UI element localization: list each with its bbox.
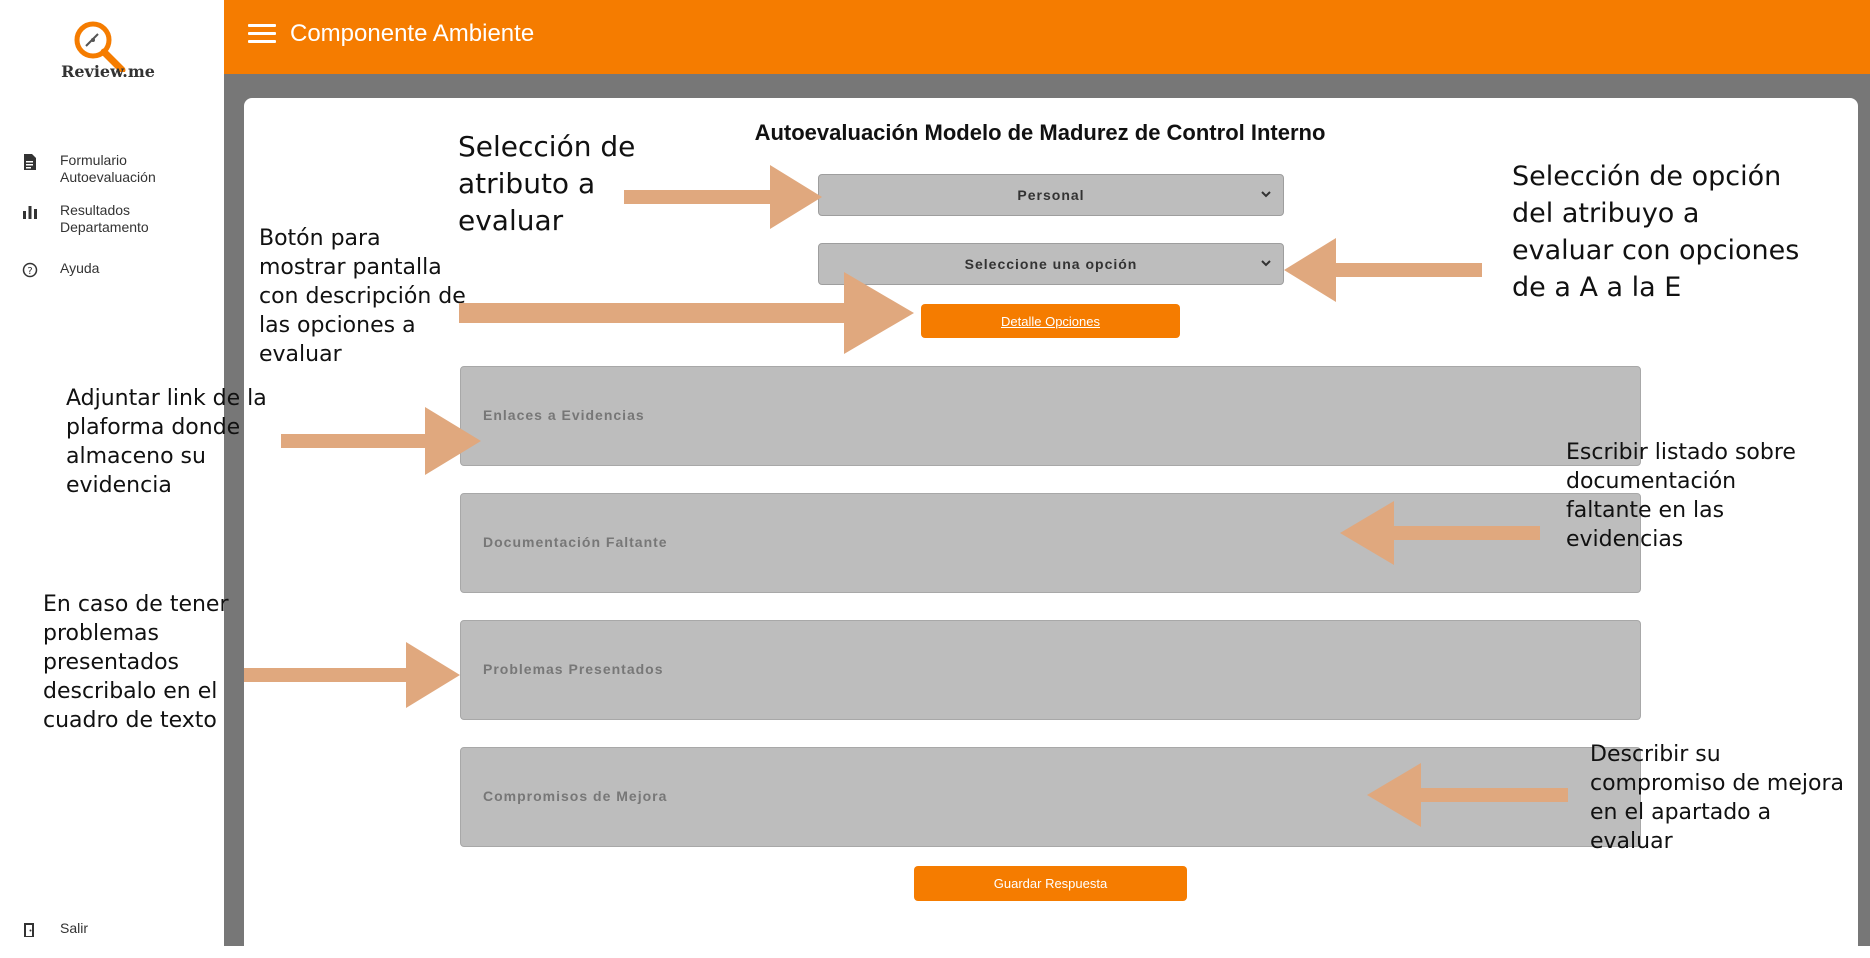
arrow-right-icon — [459, 272, 914, 354]
arrow-left-icon — [1284, 238, 1482, 302]
arrow-right-icon — [624, 165, 822, 229]
annotation-arrows — [244, 165, 1568, 827]
arrow-left-icon — [1340, 501, 1540, 565]
arrow-right-icon — [244, 642, 460, 708]
arrow-right-icon — [281, 407, 481, 475]
arrow-left-icon — [1367, 763, 1568, 827]
